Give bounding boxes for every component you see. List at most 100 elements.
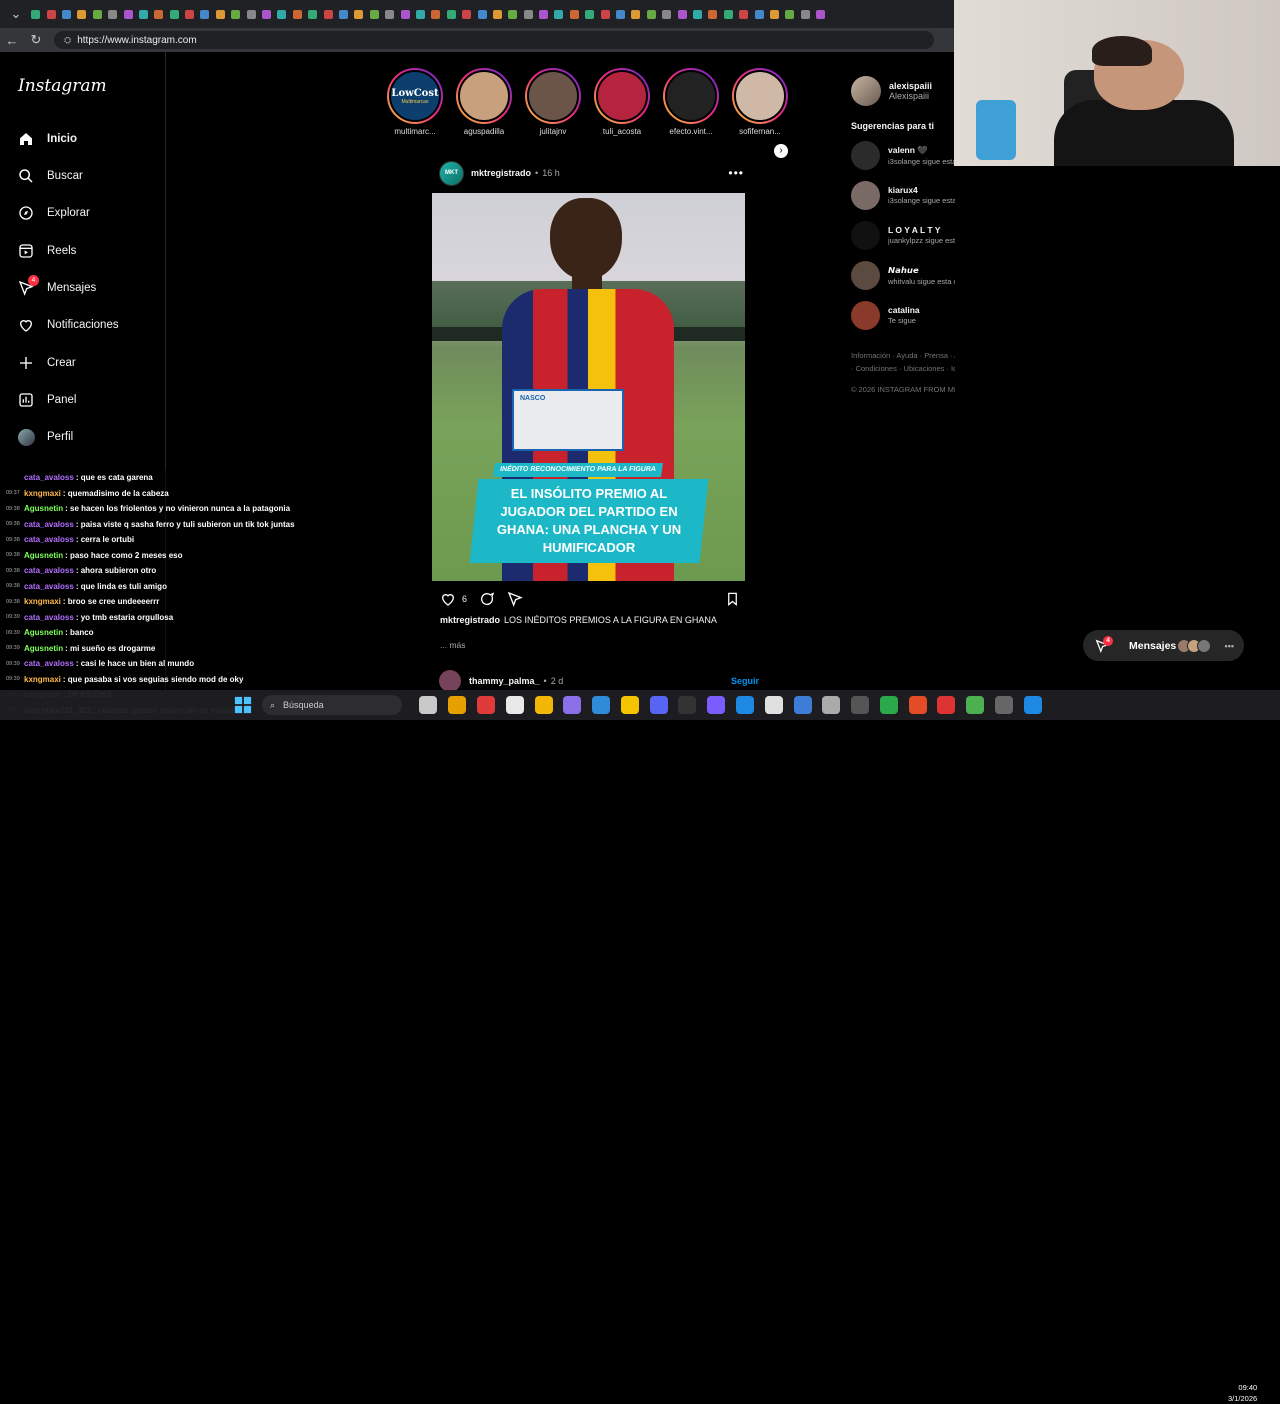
browser-tab[interactable]: [721, 3, 736, 25]
browser-tab[interactable]: [182, 3, 197, 25]
discord-icon[interactable]: [649, 696, 668, 714]
browser-tab[interactable]: [428, 3, 443, 25]
browser-tab[interactable]: [197, 3, 212, 25]
browser-tab[interactable]: [167, 3, 182, 25]
browser-tab[interactable]: [151, 3, 166, 25]
browser-tab[interactable]: [567, 3, 582, 25]
tab-list-chevron-icon[interactable]: ⌄: [4, 2, 28, 26]
stories-next-arrow-icon[interactable]: ›: [774, 144, 788, 158]
sidebar-item-perfil[interactable]: Perfil: [17, 428, 73, 446]
browser-tab[interactable]: [90, 3, 105, 25]
terminal-icon[interactable]: [678, 696, 697, 714]
suggestion-username[interactable]: kiarux4: [888, 185, 955, 195]
browser-tab[interactable]: [43, 3, 58, 25]
story-item[interactable]: LowCost Multimarcas multimarc...: [385, 68, 445, 136]
browser-tab[interactable]: [659, 3, 674, 25]
browser-tab[interactable]: [367, 3, 382, 25]
sidebar-item-crear[interactable]: Crear: [17, 354, 76, 372]
sidebar-item-explorar[interactable]: Explorar: [17, 204, 90, 222]
browser-tab[interactable]: [136, 3, 151, 25]
browser-tab[interactable]: [459, 3, 474, 25]
sidebar-item-reels[interactable]: Reels: [17, 242, 76, 260]
sidebar-item-notificaciones[interactable]: Notificaciones: [17, 316, 119, 334]
browser-tab[interactable]: [597, 3, 612, 25]
caption-username[interactable]: mktregistrado: [440, 615, 500, 625]
messages-pill[interactable]: 4 Mensajes •••: [1083, 630, 1244, 661]
browser-tab[interactable]: [28, 3, 43, 25]
browser-tab[interactable]: [413, 3, 428, 25]
browser-tab[interactable]: [751, 3, 766, 25]
browser-tab[interactable]: [474, 3, 489, 25]
post-avatar[interactable]: MKT: [439, 160, 464, 186]
suggestion-avatar[interactable]: [851, 180, 880, 210]
suggestion-username[interactable]: 𝙉𝙖𝙝𝙪𝙚: [888, 265, 955, 276]
browser-tab[interactable]: [813, 3, 828, 25]
back-arrow-icon[interactable]: ←: [0, 28, 24, 52]
edge-icon[interactable]: [592, 696, 611, 714]
browser-tab[interactable]: [736, 3, 751, 25]
browser-tab[interactable]: [59, 3, 74, 25]
browser-tab[interactable]: [690, 3, 705, 25]
browser-tab[interactable]: [305, 3, 320, 25]
browser-tab[interactable]: [213, 3, 228, 25]
browser-tab[interactable]: [798, 3, 813, 25]
chrome-icon[interactable]: [908, 696, 927, 714]
share-icon[interactable]: [507, 591, 523, 607]
site-info-icon[interactable]: ⛭: [64, 35, 71, 46]
story-item[interactable]: sofifernan...: [730, 68, 790, 136]
suggestion-username[interactable]: valenn 🖤: [888, 145, 955, 156]
sidebar-item-panel[interactable]: Panel: [17, 391, 76, 409]
folder-icon[interactable]: [534, 696, 553, 714]
browser-tab[interactable]: [382, 3, 397, 25]
suggestion-avatar[interactable]: [851, 220, 880, 250]
browser-tab[interactable]: [582, 3, 597, 25]
browser-tab[interactable]: [644, 3, 659, 25]
story-item[interactable]: julitajnv: [523, 68, 583, 136]
vlc-icon[interactable]: [620, 696, 639, 714]
story-item[interactable]: efecto.vint...: [661, 68, 721, 136]
like-count[interactable]: 6: [462, 594, 467, 604]
sidebar-item-buscar[interactable]: Buscar: [17, 167, 83, 185]
maps-icon[interactable]: [879, 696, 898, 714]
browser-tab[interactable]: [274, 3, 289, 25]
opera-icon[interactable]: [476, 696, 495, 714]
pen-icon[interactable]: [563, 696, 582, 714]
calculator-icon[interactable]: [995, 696, 1014, 714]
browser-tab[interactable]: [674, 3, 689, 25]
browser-tab[interactable]: [74, 3, 89, 25]
store-icon[interactable]: [505, 696, 524, 714]
browser-tab[interactable]: [705, 3, 720, 25]
console-icon[interactable]: [851, 696, 870, 714]
browser-tab[interactable]: [628, 3, 643, 25]
browser-tab[interactable]: [782, 3, 797, 25]
windows-start-icon[interactable]: [234, 696, 252, 714]
browser-tab[interactable]: [120, 3, 135, 25]
post-image[interactable]: NASCO INÉDITO RECONOCIMIENTO PARA LA FIG…: [432, 193, 745, 581]
browser-tab[interactable]: [551, 3, 566, 25]
browser-tab[interactable]: [767, 3, 782, 25]
browser-tab[interactable]: [444, 3, 459, 25]
files-icon[interactable]: [448, 696, 467, 714]
suggestion-avatar[interactable]: [851, 300, 880, 330]
reload-icon[interactable]: ↻: [24, 28, 48, 52]
instagram-logo[interactable]: Instagram: [18, 76, 107, 96]
next-post-follow-button[interactable]: Seguir: [731, 676, 759, 686]
save-bookmark-icon[interactable]: [725, 591, 740, 607]
settings-icon[interactable]: [822, 696, 841, 714]
browser-tab[interactable]: [336, 3, 351, 25]
browser-tab[interactable]: [505, 3, 520, 25]
mail-icon[interactable]: [793, 696, 812, 714]
caption-more-link[interactable]: ... más: [440, 640, 466, 650]
browser-tab[interactable]: [536, 3, 551, 25]
browser-tab[interactable]: [397, 3, 412, 25]
browser-tab[interactable]: [243, 3, 258, 25]
like-heart-icon[interactable]: [440, 591, 456, 607]
browser-tab[interactable]: [490, 3, 505, 25]
current-user[interactable]: alexispaiii Alexispaiii: [851, 76, 955, 106]
app-icon[interactable]: [1023, 696, 1042, 714]
suggestion-avatar[interactable]: [851, 140, 880, 170]
comment-icon[interactable]: [479, 591, 495, 607]
browser-tab[interactable]: [259, 3, 274, 25]
address-bar[interactable]: ⛭ https://www.instagram.com: [54, 31, 934, 49]
browser-tab[interactable]: [613, 3, 628, 25]
